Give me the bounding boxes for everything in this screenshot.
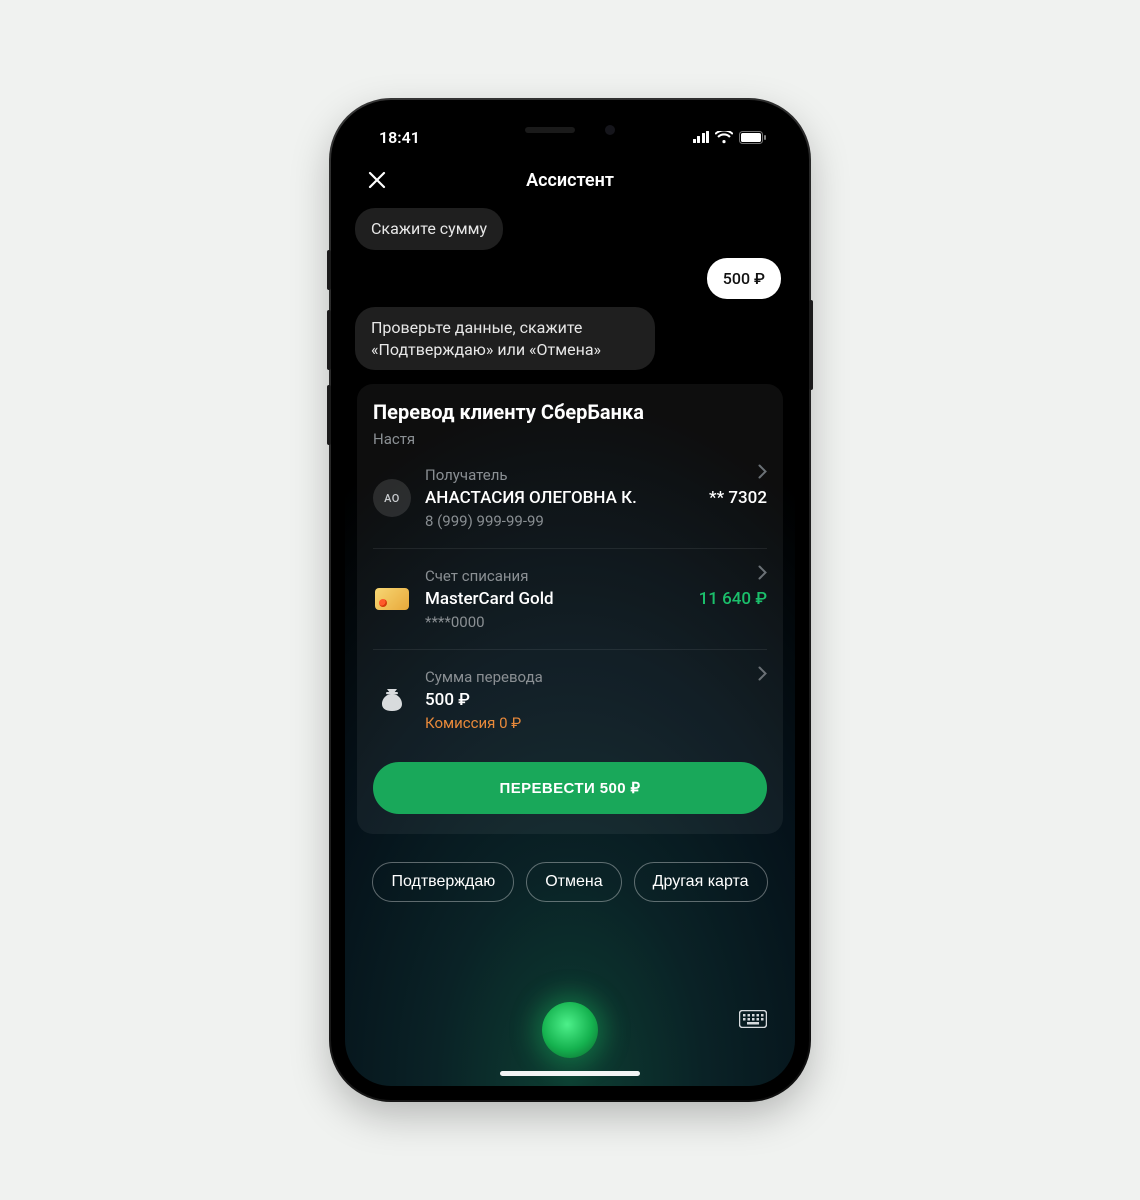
chip-confirm[interactable]: Подтверждаю xyxy=(372,862,514,902)
amount-value: 500 ₽ xyxy=(425,690,767,710)
amount-row[interactable]: Сумма перевода 500 ₽ Комиссия 0 ₽ xyxy=(373,650,767,742)
chevron-right-icon xyxy=(758,666,767,681)
mute-switch[interactable] xyxy=(327,250,331,290)
recipient-row[interactable]: АО Получатель АНАСТАСИЯ ОЛЕГОВНА К. 8 (9… xyxy=(373,448,767,549)
nav-bar: Ассистент xyxy=(345,160,795,204)
user-bubble-amount: 500 ₽ xyxy=(707,258,781,300)
close-icon[interactable] xyxy=(363,166,391,194)
voice-orb-button[interactable] xyxy=(542,1002,598,1058)
volume-down[interactable] xyxy=(327,385,331,445)
power-button[interactable] xyxy=(809,300,813,390)
transfer-subtitle: Настя xyxy=(373,430,767,448)
volume-up[interactable] xyxy=(327,310,331,370)
chat-area: Скажите сумму 500 ₽ Проверьте данные, ск… xyxy=(345,204,795,986)
chevron-right-icon xyxy=(758,464,767,479)
assistant-bubble-prompt: Скажите сумму xyxy=(355,208,503,250)
wifi-icon xyxy=(715,131,733,144)
recipient-phone: 8 (999) 999-99-99 xyxy=(425,512,695,530)
assistant-bubble-confirm: Проверьте данные, скажите «Подтверждаю» … xyxy=(355,307,655,370)
recipient-label: Получатель xyxy=(425,466,695,484)
money-bag-icon xyxy=(373,681,411,719)
keyboard-icon[interactable] xyxy=(739,1010,767,1028)
screen: 18:41 Ассистент Скажите сумму 5 xyxy=(345,114,795,1086)
transfer-button[interactable]: ПЕРЕВЕСТИ 500 ₽ xyxy=(373,762,767,814)
source-label: Счет списания xyxy=(425,567,685,585)
phone-frame: 18:41 Ассистент Скажите сумму 5 xyxy=(331,100,809,1100)
transfer-card: Перевод клиенту СберБанка Настя АО Получ… xyxy=(357,384,783,834)
source-name: MasterCard Gold xyxy=(425,589,685,609)
status-time: 18:41 xyxy=(379,128,420,147)
recipient-name: АНАСТАСИЯ ОЛЕГОВНА К. xyxy=(425,488,695,508)
page-title: Ассистент xyxy=(345,170,795,191)
source-masked: ****0000 xyxy=(425,613,685,631)
home-indicator[interactable] xyxy=(500,1071,640,1076)
source-account-row[interactable]: Счет списания MasterCard Gold ****0000 1… xyxy=(373,549,767,650)
bank-card-icon xyxy=(375,588,409,610)
chip-cancel[interactable]: Отмена xyxy=(526,862,621,902)
chip-other-card[interactable]: Другая карта xyxy=(634,862,768,902)
bottom-bar xyxy=(345,986,795,1086)
cellular-icon xyxy=(693,131,710,143)
source-balance: 11 640 ₽ xyxy=(699,589,767,609)
chevron-right-icon xyxy=(758,565,767,580)
avatar: АО xyxy=(373,479,411,517)
amount-label: Сумма перевода xyxy=(425,668,767,686)
battery-icon xyxy=(739,131,767,144)
transfer-title: Перевод клиенту СберБанка xyxy=(373,400,767,424)
voice-suggestions: Подтверждаю Отмена Другая карта xyxy=(355,862,785,902)
amount-fee: Комиссия 0 ₽ xyxy=(425,714,767,732)
recipient-masked: ** 7302 xyxy=(709,488,767,508)
notch xyxy=(465,114,675,146)
